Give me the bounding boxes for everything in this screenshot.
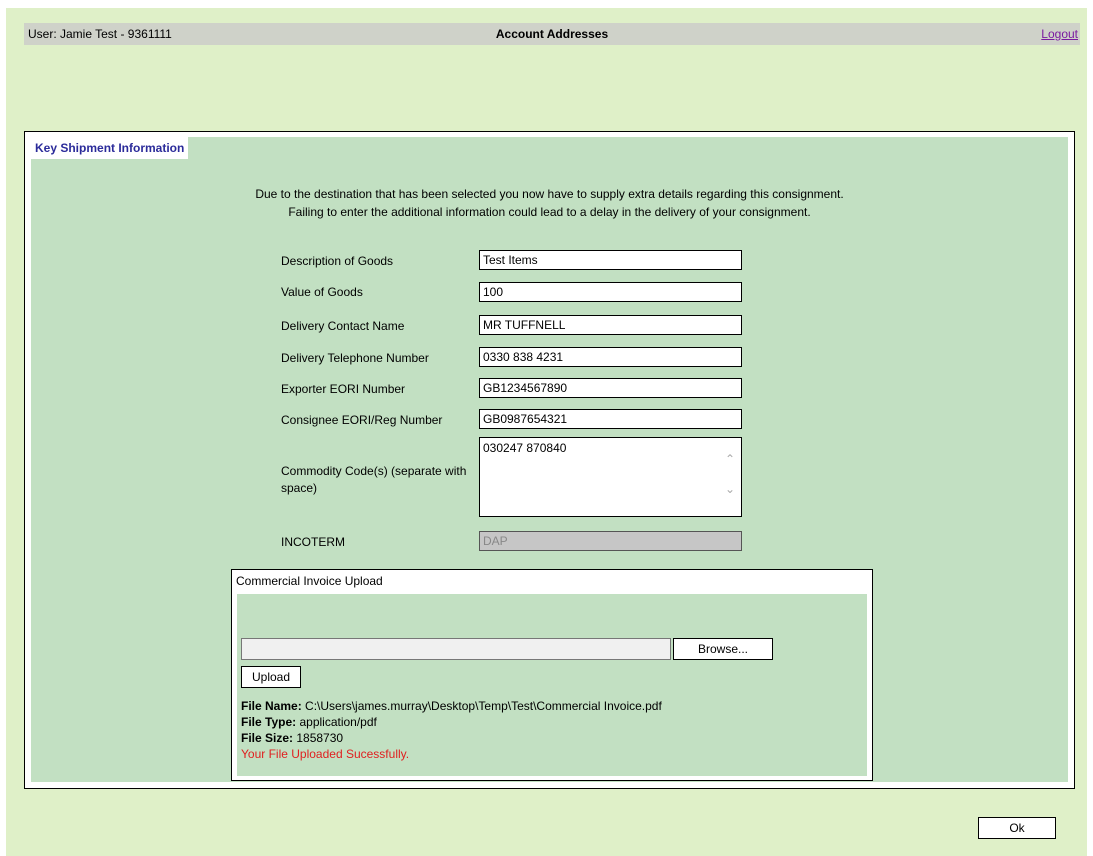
consignee-field[interactable]: GB0987654321: [479, 409, 742, 429]
scroll-down-icon[interactable]: ⌄: [723, 482, 737, 496]
incoterm-field: DAP: [479, 531, 742, 551]
page: User: Jamie Test - 9361111 Account Addre…: [6, 8, 1087, 856]
section-title: Key Shipment Information: [31, 137, 189, 159]
incoterm-label: INCOTERM: [281, 535, 345, 549]
phone-label: Delivery Telephone Number: [281, 351, 429, 365]
contact-field[interactable]: MR TUFFNELL: [479, 315, 742, 335]
phone-field[interactable]: 0330 838 4231: [479, 347, 742, 367]
shipment-panel: Key Shipment Information Due to the dest…: [24, 131, 1075, 789]
file-type-line: File Type: application/pdf: [241, 714, 377, 730]
header-bar: User: Jamie Test - 9361111 Account Addre…: [24, 23, 1080, 45]
contact-label: Delivery Contact Name: [281, 319, 405, 333]
scroll-up-icon[interactable]: ⌃: [723, 452, 737, 466]
description-label: Description of Goods: [281, 254, 394, 268]
file-name-line: File Name: C:\Users\james.murray\Desktop…: [241, 698, 662, 714]
upload-panel-body: Browse... Upload File Name: C:\Users\jam…: [237, 594, 867, 776]
file-path-input[interactable]: [241, 638, 671, 660]
commodity-value: 030247 870840: [483, 441, 567, 455]
value-field[interactable]: 100: [479, 282, 742, 302]
file-name-label: File Name:: [241, 699, 302, 713]
description-field[interactable]: Test Items: [479, 250, 742, 270]
shipment-panel-body: Key Shipment Information Due to the dest…: [31, 137, 1068, 782]
page-title: Account Addresses: [495, 27, 609, 41]
file-size-label: File Size:: [241, 731, 294, 745]
upload-button[interactable]: Upload: [241, 666, 301, 688]
commodity-textarea[interactable]: 030247 870840 ⌃ ⌄: [479, 437, 742, 517]
file-size-line: File Size: 1858730: [241, 730, 343, 746]
intro-line-1: Due to the destination that has been sel…: [255, 187, 844, 201]
invoice-upload-panel: Commercial Invoice Upload Browse... Uplo…: [231, 569, 873, 781]
file-name-value: C:\Users\james.murray\Desktop\Temp\Test\…: [305, 699, 662, 713]
intro-line-2: Failing to enter the additional informat…: [288, 205, 811, 219]
value-label: Value of Goods: [281, 285, 363, 299]
file-type-label: File Type:: [241, 715, 297, 729]
exporter-field[interactable]: GB1234567890: [479, 378, 742, 398]
file-type-value: application/pdf: [299, 715, 377, 729]
commodity-label: Commodity Code(s) (separate with space): [281, 464, 467, 495]
file-size-value: 1858730: [296, 731, 344, 745]
upload-success-message: Your File Uploaded Sucessfully.: [241, 747, 410, 761]
consignee-label: Consignee EORI/Reg Number: [281, 413, 443, 427]
browse-button[interactable]: Browse...: [673, 638, 773, 660]
exporter-label: Exporter EORI Number: [281, 382, 406, 396]
upload-caption: Commercial Invoice Upload: [236, 574, 383, 588]
logout-link[interactable]: Logout: [1041, 27, 1078, 41]
ok-button[interactable]: Ok: [978, 817, 1056, 839]
intro-text: Due to the destination that has been sel…: [31, 185, 1068, 221]
